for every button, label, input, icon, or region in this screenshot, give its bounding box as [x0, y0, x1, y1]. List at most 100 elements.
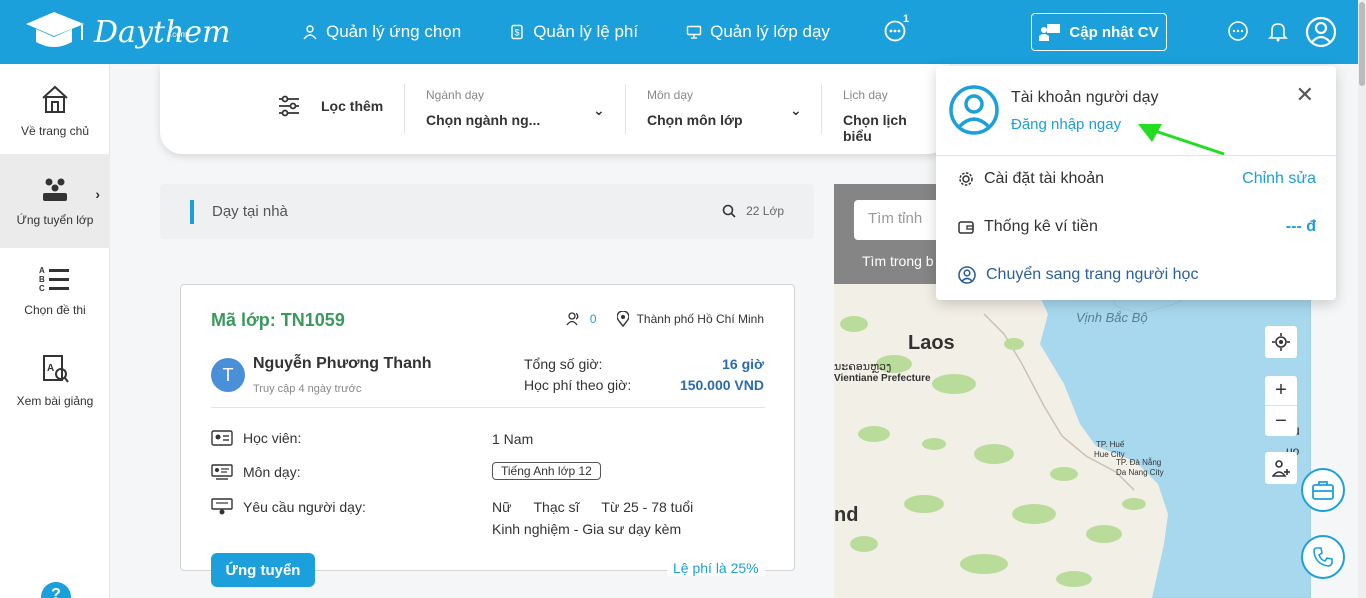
- last-seen: Truy cập 4 ngày trước: [253, 383, 362, 395]
- divider: [211, 407, 765, 408]
- strip-title: Dạy tại nhà: [212, 203, 288, 220]
- wallet-icon: [958, 221, 974, 234]
- briefcase-button[interactable]: [1301, 468, 1345, 512]
- divider: [936, 155, 1336, 156]
- fee-icon: $: [511, 24, 523, 40]
- bell-icon[interactable]: [1267, 20, 1289, 42]
- edit-link[interactable]: Chỉnh sửa: [1242, 170, 1316, 188]
- class-icon: [43, 178, 67, 201]
- phone-icon: [1313, 547, 1333, 567]
- user-circle-icon: [958, 266, 976, 284]
- location-pin-icon: [616, 311, 629, 327]
- apply-button[interactable]: Ứng tuyển: [211, 553, 315, 587]
- filter-more-button[interactable]: Lọc thêm: [277, 94, 383, 118]
- add-user-map-button[interactable]: [1265, 452, 1297, 484]
- locate-button[interactable]: [1265, 326, 1297, 358]
- total-hours-value: 16 giờ: [722, 356, 764, 372]
- requirement-label: Yêu cầu người dạy:: [243, 499, 366, 515]
- map-label-gulf: Vịnh Bắc Bộ: [1076, 310, 1148, 325]
- nav-label: Quản lý lệ phí: [533, 22, 639, 41]
- wallet-row[interactable]: Thống kê ví tiền: [958, 218, 1098, 236]
- map-label-danang: TP. Đà Nẵng: [1116, 458, 1162, 467]
- logo[interactable]: Daythem: [22, 10, 230, 54]
- scrollbar-thumb[interactable]: [1359, 2, 1365, 86]
- update-cv-label: Cập nhật CV: [1069, 23, 1159, 41]
- sidebar-item-exam[interactable]: ABC Chọn đề thi: [0, 244, 110, 338]
- message-icon[interactable]: [1227, 20, 1249, 42]
- user-account-icon[interactable]: [1305, 16, 1337, 48]
- minus-icon: −: [1275, 409, 1287, 432]
- student-row: Học viên:: [211, 430, 301, 446]
- req-experience: Kinh nghiệm - Gia sư dạy kèm: [492, 521, 682, 537]
- nav-quan-ly-ung-chon[interactable]: Quản lý ứng chọn: [302, 22, 461, 42]
- plus-icon: +: [1275, 379, 1287, 401]
- login-link[interactable]: Đăng nhập ngay: [1011, 116, 1121, 133]
- id-card-icon: [211, 430, 233, 446]
- subject-row: Môn dạy:: [211, 464, 301, 480]
- filter-more-label: Lọc thêm: [321, 98, 384, 114]
- map-hint: Tìm trong b: [862, 253, 934, 269]
- select-caption: Lịch dạy: [843, 88, 888, 102]
- close-icon[interactable]: ✕: [1296, 82, 1314, 108]
- phone-button[interactable]: [1301, 535, 1345, 579]
- account-title: Tài khoản người dạy: [1011, 89, 1159, 106]
- subject-tag: Tiếng Anh lớp 12: [492, 462, 601, 480]
- schedule-select[interactable]: Lịch dạy Chọn lịch biểu: [821, 84, 931, 144]
- zoom-in-button[interactable]: +: [1265, 376, 1297, 406]
- wallet-value: --- đ: [1285, 218, 1316, 235]
- users-icon: [303, 25, 317, 40]
- account-settings-row[interactable]: Cài đặt tài khoản: [958, 170, 1104, 188]
- class-code: Mã lớp: TN1059: [211, 310, 345, 330]
- subject-field-select[interactable]: Ngành dạy Chọn ngành ng... ⌄: [404, 84, 625, 134]
- home-icon: [42, 85, 68, 113]
- fee-note: Lệ phí là 25%: [667, 560, 765, 576]
- nav-quan-ly-le-phi[interactable]: $ Quản lý lệ phí: [509, 22, 638, 42]
- class-location: Thành phố Hồ Chí Minh: [636, 312, 764, 326]
- chat-badge-count: 1: [903, 13, 910, 25]
- help-button[interactable]: ?: [41, 582, 71, 598]
- svg-text:A: A: [39, 266, 45, 275]
- board-icon: [211, 464, 233, 480]
- filter-bar: Lọc thêm Ngành dạy Chọn ngành ng... ⌄ Mô…: [160, 64, 950, 154]
- subject-select[interactable]: Môn dạy Chọn môn lớp ⌄: [625, 84, 821, 134]
- teacher-icon: [1039, 24, 1061, 41]
- exam-list-icon: ABC: [39, 266, 69, 293]
- svg-text:B: B: [39, 275, 45, 284]
- total-hours: Tổng số giờ: 16 giờ: [524, 356, 764, 372]
- nav-label: Quản lý ứng chọn: [326, 22, 462, 41]
- account-dropdown: Tài khoản người dạy Đăng nhập ngay ✕ Cài…: [936, 66, 1336, 300]
- sidebar-item-apply-class[interactable]: Ứng tuyển lớp ›: [0, 154, 110, 248]
- svg-text:C: C: [39, 284, 45, 293]
- sidebar-item-home[interactable]: Về trang chủ: [0, 64, 110, 158]
- zoom-out-button[interactable]: −: [1265, 406, 1297, 436]
- student-label: Học viên:: [243, 430, 302, 446]
- map-label-vientiane-lao: ນະຄອນຫຼວງ: [834, 361, 892, 373]
- requirement-row: Yêu cầu người dạy:: [211, 498, 366, 516]
- req-age: Từ 25 - 78 tuổi: [601, 499, 694, 515]
- chat-button[interactable]: 1: [883, 13, 909, 47]
- crosshair-icon: [1272, 333, 1290, 351]
- lesson-icon: A: [43, 355, 69, 383]
- page-scrollbar[interactable]: [1358, 0, 1366, 598]
- sidebar-item-lesson[interactable]: A Xem bài giảng: [0, 334, 110, 428]
- svg-text:A: A: [47, 363, 54, 374]
- class-meta: 0 Thành phố Hồ Chí Minh: [566, 311, 764, 327]
- category-strip: Dạy tại nhà 22 Lớp: [160, 184, 814, 239]
- map-label-hue: TP. Huế: [1096, 440, 1125, 449]
- sidebar: Về trang chủ Ứng tuyển lớp › ABC Chọn đề…: [0, 64, 110, 598]
- hourly-rate-value: 150.000 VND: [679, 377, 764, 393]
- hourly-rate: Học phí theo giờ: 150.000 VND: [524, 377, 764, 393]
- search-icon[interactable]: [722, 204, 736, 218]
- update-cv-button[interactable]: Cập nhật CV: [1031, 13, 1167, 51]
- map-label-vientiane: Vientiane Prefecture: [834, 373, 931, 384]
- teacher-requirement-icon: [211, 498, 233, 515]
- nav-label: Quản lý lớp dạy: [710, 22, 830, 41]
- nav-quan-ly-lop-day[interactable]: Quản lý lớp dạy: [686, 22, 830, 42]
- user-avatar-icon: [949, 85, 999, 135]
- svg-text:$: $: [515, 28, 520, 38]
- hourly-rate-label: Học phí theo giờ:: [524, 377, 632, 393]
- switch-to-learner-row[interactable]: Chuyển sang trang người học: [958, 266, 1198, 284]
- sidebar-item-label: Chọn đề thi: [24, 303, 86, 317]
- select-caption: Ngành dạy: [426, 88, 485, 102]
- total-hours-label: Tổng số giờ:: [524, 356, 603, 372]
